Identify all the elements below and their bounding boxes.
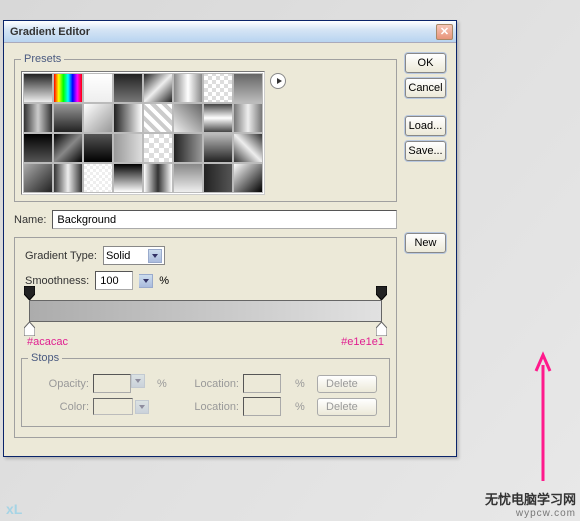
preset-swatch[interactable] [203,73,233,103]
preset-swatch[interactable] [173,103,203,133]
hex-right: #e1e1e1 [341,336,384,348]
right-column: OK Cancel Load... Save... New [405,53,446,446]
preset-swatch[interactable] [53,163,83,193]
load-button[interactable]: Load... [405,116,446,136]
percent-label: % [159,275,169,287]
preset-swatch[interactable] [233,73,263,103]
preset-swatch[interactable] [143,133,173,163]
location-label-2: Location: [179,401,239,413]
color-stepper [135,400,149,414]
watermark: 无忧电脑学习网 wypcw.com [485,489,576,519]
dialog-content: Presets Name: Gradient Type: Solid [4,43,456,456]
delete-button-1: Delete [317,375,377,393]
opacity-input [93,374,131,393]
close-button[interactable]: ✕ [436,24,453,40]
preset-swatch[interactable] [23,133,53,163]
stops-fieldset: Stops Opacity: % Location: % Delete Colo… [21,352,390,427]
percent-label-4: % [295,401,313,413]
watermark-line1: 无忧电脑学习网 [485,489,576,508]
dialog-title: Gradient Editor [7,26,436,38]
opacity-stop-right[interactable] [376,286,387,300]
annotation-arrow [534,351,552,481]
ok-button[interactable]: OK [405,53,446,73]
preset-swatch[interactable] [143,163,173,193]
opacity-stepper [131,374,145,388]
presets-fieldset: Presets [14,53,397,202]
left-column: Presets Name: Gradient Type: Solid [14,53,397,446]
presets-menu-icon[interactable] [270,73,286,89]
close-icon: ✕ [440,25,449,38]
gradient-bar[interactable] [29,300,382,322]
preset-swatch[interactable] [173,163,203,193]
save-button[interactable]: Save... [405,141,446,161]
preset-swatch[interactable] [83,73,113,103]
name-label: Name: [14,214,46,226]
presets-grid[interactable] [21,71,265,195]
corner-text: xL [6,501,22,517]
location-label-1: Location: [179,378,239,390]
preset-swatch[interactable] [23,73,53,103]
watermark-line2: wypcw.com [485,508,576,519]
name-input[interactable] [52,210,397,229]
preset-swatch[interactable] [203,103,233,133]
smoothness-stepper[interactable] [139,274,153,288]
preset-swatch[interactable] [173,133,203,163]
gradient-type-value: Solid [106,250,130,262]
preset-swatch[interactable] [83,103,113,133]
presets-legend: Presets [21,53,64,65]
preset-swatch[interactable] [233,133,263,163]
gradient-type-label: Gradient Type: [25,250,97,262]
preset-swatch[interactable] [203,163,233,193]
chevron-down-icon [148,249,162,263]
color-well [93,398,133,415]
new-button[interactable]: New [405,233,446,253]
gradient-editor-dialog: Gradient Editor ✕ Presets Name: Gradient… [3,20,457,457]
name-row: Name: [14,210,397,229]
smoothness-label: Smoothness: [25,275,89,287]
color-stop-right[interactable] [376,322,387,336]
titlebar[interactable]: Gradient Editor ✕ [4,21,456,43]
cancel-button[interactable]: Cancel [405,78,446,98]
delete-button-2: Delete [317,398,377,416]
preset-swatch[interactable] [23,163,53,193]
opacity-label: Opacity: [34,378,89,390]
preset-swatch[interactable] [233,163,263,193]
smoothness-input[interactable] [95,271,133,290]
preset-swatch[interactable] [113,163,143,193]
hex-left: #acacac [27,336,68,348]
stops-legend: Stops [28,352,62,364]
percent-label-2: % [157,378,175,390]
preset-swatch[interactable] [173,73,203,103]
location-input-2 [243,397,281,416]
preset-swatch[interactable] [113,103,143,133]
location-input-1 [243,374,281,393]
color-stop-left[interactable] [24,322,35,336]
preset-swatch[interactable] [53,103,83,133]
preset-swatch[interactable] [113,73,143,103]
color-label: Color: [34,401,89,413]
preset-swatch[interactable] [83,133,113,163]
preset-swatch[interactable] [23,103,53,133]
gradient-fieldset: Gradient Type: Solid Smoothness: % [14,237,397,438]
preset-swatch[interactable] [83,163,113,193]
preset-swatch[interactable] [53,73,83,103]
opacity-stop-left[interactable] [24,286,35,300]
preset-swatch[interactable] [143,103,173,133]
percent-label-3: % [295,378,313,390]
gradient-preview [29,300,382,322]
preset-swatch[interactable] [203,133,233,163]
preset-swatch[interactable] [233,103,263,133]
preset-swatch[interactable] [53,133,83,163]
preset-swatch[interactable] [113,133,143,163]
gradient-type-select[interactable]: Solid [103,246,165,265]
hex-row: #acacac #e1e1e1 [21,328,390,352]
preset-swatch[interactable] [143,73,173,103]
